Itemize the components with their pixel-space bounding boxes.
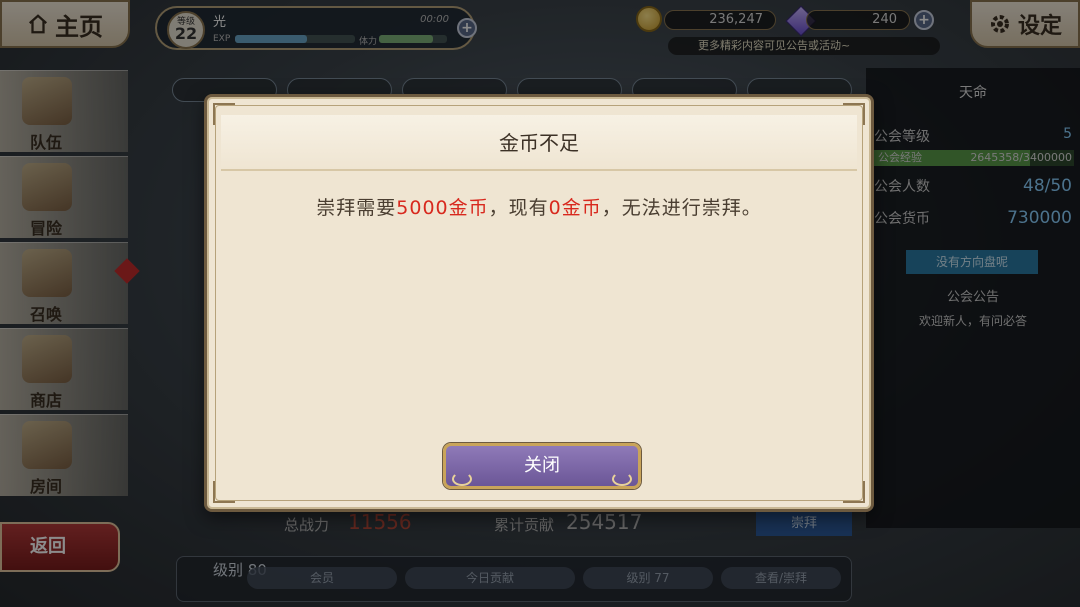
required-gold: 5000金币: [396, 197, 489, 219]
current-gold: 0金币: [548, 197, 602, 219]
dialog-title: 金币不足: [221, 115, 857, 171]
insufficient-gold-dialog: 金币不足 崇拜需要5000金币，现有0金币，无法进行崇拜。 关闭: [204, 94, 874, 512]
message-text: 崇拜需要: [316, 197, 397, 219]
close-button[interactable]: 关闭: [443, 443, 641, 489]
corner-ornament: [843, 481, 865, 503]
corner-ornament: [213, 481, 235, 503]
message-text: ，现有: [488, 197, 549, 219]
dialog-message: 崇拜需要5000金币，现有0金币，无法进行崇拜。: [207, 193, 871, 220]
message-text: ，无法进行崇拜。: [601, 197, 762, 219]
